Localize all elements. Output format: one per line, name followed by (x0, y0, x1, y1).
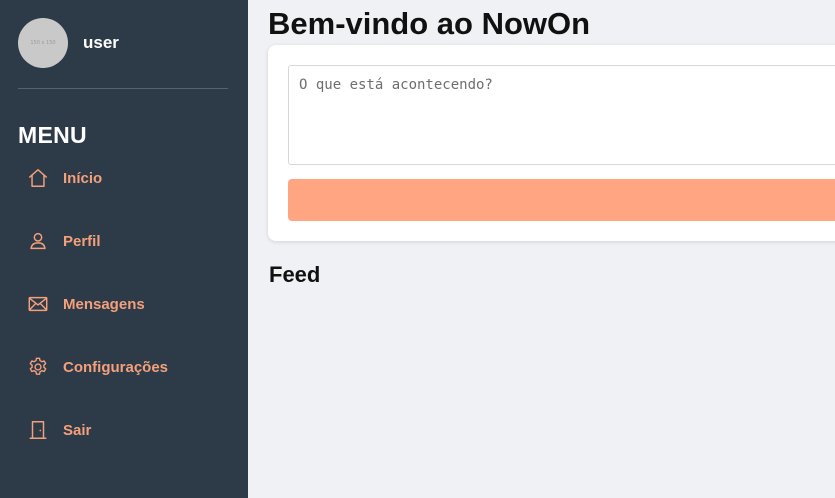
app: 150 x 150 user MENU Início Perfil Mensag… (0, 0, 835, 498)
sidebar: 150 x 150 user MENU Início Perfil Mensag… (0, 0, 248, 498)
gear-icon (26, 355, 50, 379)
door-icon (26, 418, 50, 442)
sidebar-item-label: Perfil (63, 232, 101, 250)
sidebar-item-label: Mensagens (63, 295, 145, 313)
sidebar-item-configuracoes[interactable]: Configurações (26, 355, 168, 379)
post-composer (268, 45, 835, 241)
post-input[interactable] (288, 65, 835, 165)
sidebar-item-label: Sair (63, 421, 92, 439)
menu-title: MENU (18, 122, 87, 148)
sidebar-item-perfil[interactable]: Perfil (26, 229, 101, 253)
sidebar-item-inicio[interactable]: Início (26, 166, 102, 190)
user-icon (26, 229, 50, 253)
sidebar-item-mensagens[interactable]: Mensagens (26, 292, 145, 316)
envelope-icon (26, 292, 50, 316)
sidebar-item-label: Início (63, 169, 103, 187)
avatar: 150 x 150 (18, 18, 68, 68)
feed-title: Feed (269, 262, 321, 287)
home-icon (26, 166, 50, 190)
sidebar-divider (18, 88, 228, 89)
page-title: Bem-vindo ao NowOn (268, 6, 591, 41)
post-button[interactable] (288, 179, 835, 221)
sidebar-item-label: Configurações (63, 358, 169, 376)
sidebar-item-sair[interactable]: Sair (26, 418, 91, 442)
username: user (83, 33, 119, 52)
user-profile[interactable]: 150 x 150 user (18, 18, 119, 68)
main-content: Bem-vindo ao NowOn Feed (248, 0, 835, 498)
